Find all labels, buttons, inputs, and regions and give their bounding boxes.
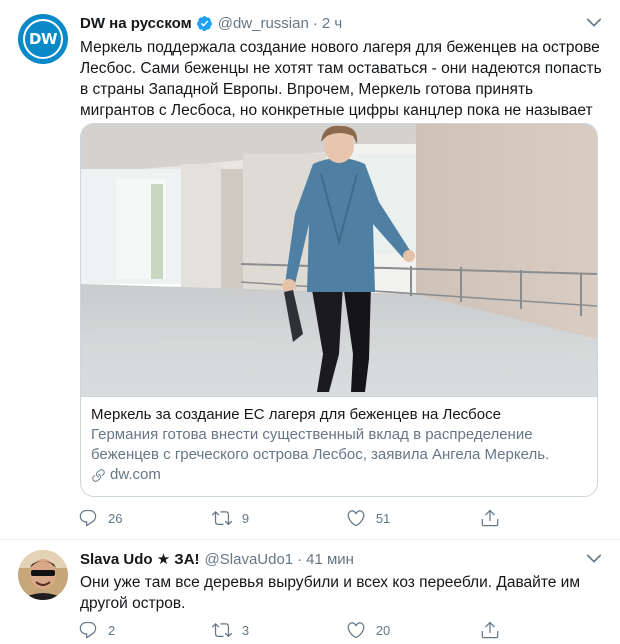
like-button[interactable]: 51 — [346, 508, 480, 528]
retweet-button[interactable]: 9 — [211, 508, 346, 528]
avatar[interactable] — [18, 550, 68, 600]
timestamp[interactable]: 41 мин — [306, 551, 354, 568]
share-icon — [481, 509, 499, 527]
reply-count: 26 — [108, 510, 123, 526]
tweet-text: Они уже там все деревья вырубили и всех … — [80, 574, 580, 612]
retweet-icon — [211, 511, 232, 526]
chevron-down-icon[interactable] — [584, 548, 604, 568]
reply-count: 2 — [108, 622, 116, 638]
retweet-count: 9 — [241, 510, 250, 526]
reply-button[interactable]: 2 — [78, 620, 212, 640]
share-button[interactable] — [480, 508, 518, 528]
tweet[interactable]: DW DW на русском @dw_russian · 2 ч Мерке… — [0, 0, 620, 540]
link-card[interactable]: Меркель за создание ЕС лагеря для беженц… — [80, 123, 598, 497]
card-domain-text: dw.com — [110, 466, 161, 483]
timestamp[interactable]: 2 ч — [322, 15, 342, 32]
separator: · — [312, 14, 318, 32]
reply-tweet[interactable]: Slava Udo ★ ЗА! @SlavaUdo1 · 41 мин Они … — [0, 540, 620, 644]
reply-icon — [79, 509, 97, 527]
author-name[interactable]: DW на русском — [80, 15, 192, 32]
tweet-actions: 2 3 20 — [78, 620, 518, 640]
share-button[interactable] — [480, 620, 518, 640]
card-title: Меркель за создание ЕС лагеря для беженц… — [91, 406, 501, 423]
tweet-actions: 26 9 51 — [78, 508, 518, 528]
reply-icon — [79, 621, 97, 639]
card-body: Меркель за создание ЕС лагеря для беженц… — [81, 396, 597, 496]
separator: · — [297, 550, 303, 568]
card-image — [81, 124, 597, 396]
reply-button[interactable]: 26 — [78, 508, 212, 528]
like-button[interactable]: 20 — [346, 620, 480, 640]
like-count: 20 — [375, 622, 391, 638]
author-handle[interactable]: @dw_russian — [218, 15, 309, 32]
share-icon — [481, 621, 499, 639]
verified-icon — [196, 15, 212, 31]
retweet-button[interactable]: 3 — [211, 620, 346, 640]
tweet-header: Slava Udo ★ ЗА! @SlavaUdo1 · 41 мин — [80, 549, 354, 569]
dw-logo: DW — [23, 19, 63, 59]
like-icon — [347, 622, 365, 639]
card-domain: dw.com — [91, 465, 587, 485]
tweet-text: Меркель поддержала создание нового лагер… — [80, 39, 602, 119]
retweet-icon — [211, 623, 232, 638]
link-icon — [92, 468, 105, 482]
tweet-header: DW на русском @dw_russian · 2 ч — [80, 13, 342, 33]
author-handle[interactable]: @SlavaUdo1 — [205, 551, 294, 568]
author-name[interactable]: Slava Udo ★ ЗА! — [80, 550, 200, 568]
card-description: Германия готова внести существенный вкла… — [91, 426, 550, 463]
retweet-count: 3 — [241, 622, 250, 638]
avatar[interactable]: DW — [18, 14, 68, 64]
like-icon — [347, 510, 365, 527]
chevron-down-icon[interactable] — [584, 12, 604, 32]
like-count: 51 — [375, 510, 391, 526]
